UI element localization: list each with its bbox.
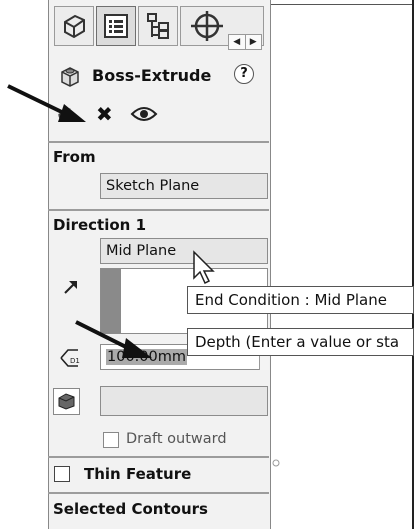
feature-title: Boss-Extrude (92, 66, 212, 85)
draft-outward-label: Draft outward (126, 431, 227, 447)
thin-feature-checkbox[interactable] (54, 466, 70, 482)
callout-arrow-icon (7, 84, 86, 122)
propertymanager-tab[interactable] (96, 6, 136, 46)
thin-feature-label: Thin Feature (84, 465, 192, 483)
section-divider (48, 209, 269, 211)
dimxpert-icon (191, 11, 223, 41)
propertymanager-icon (104, 14, 128, 38)
mouse-cursor-icon (193, 250, 215, 285)
configurationmanager-tab[interactable] (138, 6, 178, 46)
draft-icon (58, 393, 75, 410)
selected-contours-label: Selected Contours (53, 500, 208, 518)
help-icon[interactable]: ? (234, 64, 254, 84)
section-divider (48, 492, 269, 494)
configurationmanager-icon (147, 13, 169, 39)
draft-angle-input[interactable] (100, 386, 268, 416)
detailed-preview-icon[interactable] (130, 104, 158, 124)
tab-scroll-buttons[interactable]: ◀ ▶ (228, 34, 262, 50)
callout-arrow-icon (75, 320, 152, 358)
featuremanager-tab[interactable] (54, 6, 94, 46)
scroll-right-icon[interactable]: ▶ (246, 35, 262, 49)
end-condition-select[interactable]: Mid Plane (100, 238, 268, 264)
scroll-left-icon[interactable]: ◀ (229, 35, 246, 49)
cancel-button[interactable]: ✖ (96, 104, 113, 124)
section-divider (48, 141, 269, 143)
end-condition-tooltip: End Condition : Mid Plane (187, 286, 414, 314)
draft-toggle-button[interactable] (53, 388, 80, 415)
section-divider (48, 456, 269, 458)
from-section-label: From (53, 148, 96, 166)
panel-resize-handle-icon[interactable] (271, 458, 281, 468)
reverse-direction-icon[interactable] (62, 278, 80, 296)
from-start-condition[interactable]: Sketch Plane (100, 173, 268, 199)
draft-outward-checkbox[interactable] (103, 432, 119, 448)
depth-tooltip: Depth (Enter a value or sta (187, 328, 414, 356)
featuremanager-icon (64, 14, 85, 39)
graphics-area[interactable] (269, 0, 414, 529)
direction1-section-label: Direction 1 (53, 216, 147, 234)
